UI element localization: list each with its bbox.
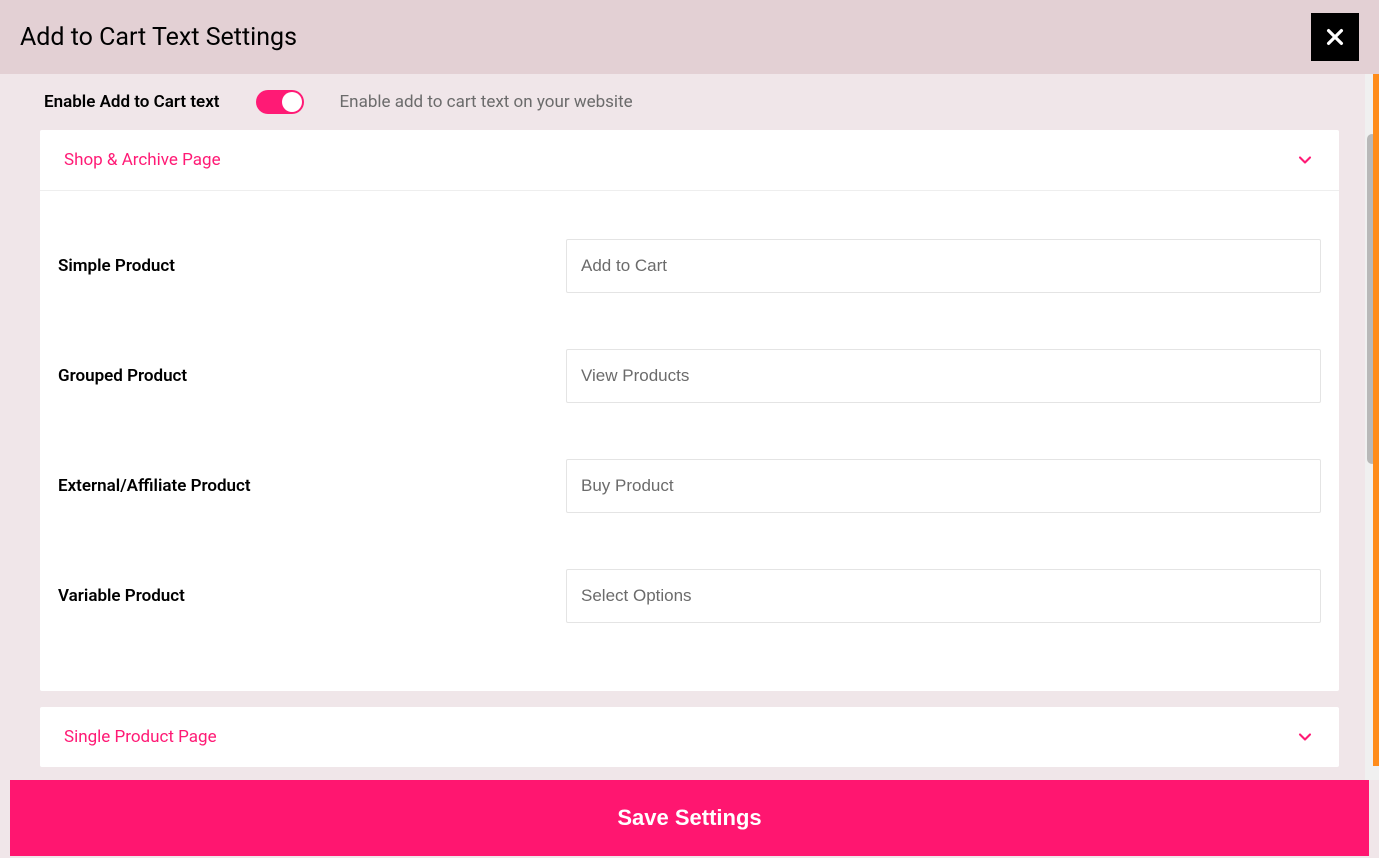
- enable-row: Enable Add to Cart text Enable add to ca…: [0, 74, 1379, 130]
- accordion-body: Simple Product Grouped Product External/…: [40, 191, 1339, 691]
- close-icon: [1324, 26, 1346, 48]
- toggle-knob: [282, 92, 302, 112]
- external-product-label: External/Affiliate Product: [58, 476, 566, 496]
- modal-header: Add to Cart Text Settings: [0, 0, 1379, 74]
- accordion-header-shop-archive[interactable]: Shop & Archive Page: [40, 130, 1339, 191]
- enable-toggle[interactable]: [256, 90, 304, 114]
- chevron-down-icon: [1295, 150, 1315, 170]
- modal-title: Add to Cart Text Settings: [20, 23, 297, 52]
- enable-description: Enable add to cart text on your website: [340, 92, 633, 112]
- enable-label: Enable Add to Cart text: [44, 92, 220, 112]
- variable-product-label: Variable Product: [58, 586, 566, 606]
- close-button[interactable]: [1311, 13, 1359, 61]
- accordion-shop-archive: Shop & Archive Page Simple Product Group…: [40, 130, 1339, 691]
- form-row-external: External/Affiliate Product: [58, 431, 1321, 541]
- footer: Save Settings: [0, 780, 1379, 858]
- accordion-single-product: Single Product Page: [40, 707, 1339, 767]
- accordion-title: Single Product Page: [64, 727, 217, 747]
- external-product-input[interactable]: [566, 459, 1321, 513]
- chevron-down-icon: [1295, 727, 1315, 747]
- simple-product-label: Simple Product: [58, 256, 566, 276]
- accordion-header-single-product[interactable]: Single Product Page: [40, 707, 1339, 767]
- content-area: Enable Add to Cart text Enable add to ca…: [0, 74, 1379, 780]
- form-row-grouped: Grouped Product: [58, 321, 1321, 431]
- grouped-product-label: Grouped Product: [58, 366, 566, 386]
- accordion-title: Shop & Archive Page: [64, 150, 221, 170]
- variable-product-input[interactable]: [566, 569, 1321, 623]
- grouped-product-input[interactable]: [566, 349, 1321, 403]
- save-settings-button[interactable]: Save Settings: [10, 780, 1369, 856]
- orange-indicator: [1373, 74, 1379, 766]
- form-row-simple: Simple Product: [58, 211, 1321, 321]
- form-row-variable: Variable Product: [58, 541, 1321, 651]
- simple-product-input[interactable]: [566, 239, 1321, 293]
